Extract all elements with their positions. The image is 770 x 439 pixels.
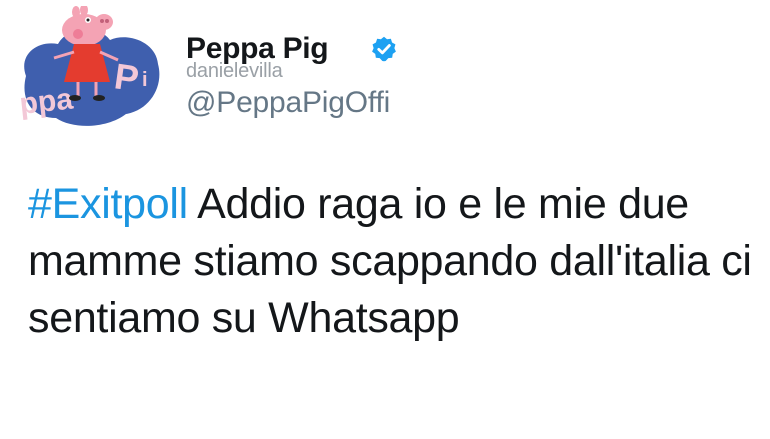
user-handle[interactable]: @PeppaPigOffi [186, 86, 390, 120]
watermark-text: danielevilla [186, 60, 283, 82]
tweet-card: ppa P i Peppa Pig danielevilla @PeppaPig… [0, 0, 770, 439]
tweet-body: #Exitpoll Addio raga io e le mie due mam… [28, 176, 763, 347]
peppa-pig-logo-icon: ppa P i [18, 4, 160, 126]
hashtag-link[interactable]: #Exitpoll [28, 180, 188, 228]
profile-avatar[interactable]: ppa P i [18, 4, 164, 134]
svg-text:i: i [142, 69, 148, 91]
svg-text:ppa: ppa [18, 82, 75, 120]
verified-badge-icon [370, 35, 398, 63]
